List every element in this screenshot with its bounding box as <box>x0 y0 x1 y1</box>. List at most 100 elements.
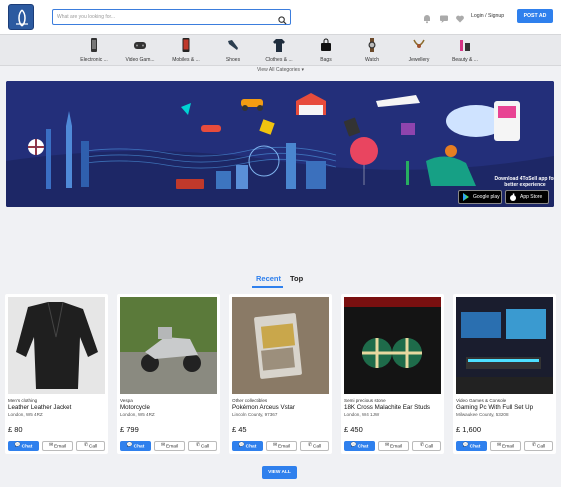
listing-price: £ 45 <box>232 425 247 434</box>
call-button[interactable]: ✆Call <box>524 441 553 451</box>
tab-recent[interactable]: Recent <box>256 274 281 283</box>
listing-price: £ 450 <box>344 425 363 434</box>
view-all-categories-label: View All Categories <box>257 67 301 73</box>
listing-category: Men's clothing <box>8 398 38 403</box>
call-button-label: Call <box>312 444 322 450</box>
site-logo[interactable] <box>8 4 34 30</box>
call-button-label: Call <box>424 444 434 450</box>
category-label: Watch <box>365 57 379 63</box>
chat-button[interactable]: 💬Chat <box>120 441 151 451</box>
heart-icon[interactable] <box>455 11 465 29</box>
notification-icon[interactable] <box>422 11 432 29</box>
chat-button[interactable]: 💬Chat <box>456 441 487 451</box>
category-jewellery[interactable]: Jewellery <box>394 37 444 65</box>
listing-location: Lincoln County, 97367 <box>232 412 278 417</box>
chat-bubble-icon: 💬 <box>126 443 133 448</box>
envelope-icon: ✉ <box>48 443 54 448</box>
chat-button[interactable]: 💬Chat <box>344 441 375 451</box>
category-electronics[interactable]: Electronic ... <box>69 37 119 65</box>
listing-photo[interactable] <box>344 297 441 394</box>
phone-call-icon: ✆ <box>531 443 536 448</box>
email-button[interactable]: ✉Email <box>266 441 297 451</box>
category-mobiles[interactable]: Mobiles & ... <box>161 37 211 65</box>
post-ad-button[interactable]: POST AD <box>517 9 553 23</box>
chat-bubble-icon: 💬 <box>238 443 245 448</box>
email-button-label: Email <box>390 444 403 450</box>
search-box[interactable] <box>52 9 291 25</box>
chat-button[interactable]: 💬Chat <box>232 441 263 451</box>
email-button[interactable]: ✉Email <box>378 441 409 451</box>
listing-card[interactable]: Semi precious stone 18K Cross Malachite … <box>341 294 444 454</box>
listing-location: Milwaukee County, 53208 <box>456 412 509 417</box>
shirt-icon <box>273 39 285 52</box>
app-store-button[interactable]: App Store <box>505 190 549 204</box>
listing-title[interactable]: Motorcycle <box>120 404 218 411</box>
category-video-games[interactable]: Video Gam... <box>115 37 165 65</box>
listing-photo[interactable] <box>8 297 105 394</box>
category-bags[interactable]: Bags <box>301 37 351 65</box>
category-beauty[interactable]: Beauty & ... <box>440 37 490 65</box>
necklace-icon <box>413 39 425 48</box>
phone-call-icon: ✆ <box>419 443 424 448</box>
tab-top[interactable]: Top <box>290 274 303 283</box>
google-play-button[interactable]: Google play <box>458 190 502 204</box>
listing-photo[interactable] <box>232 297 329 394</box>
call-button[interactable]: ✆Call <box>188 441 217 451</box>
listing-title[interactable]: Gaming Pc With Full Set Up <box>456 404 554 411</box>
listing-card[interactable]: Men's clothing Leather Leather Jacket Lo… <box>5 294 108 454</box>
banner-illustration <box>6 81 554 207</box>
category-label: Jewellery <box>408 57 430 63</box>
chat-button[interactable]: 💬Chat <box>8 441 39 451</box>
chat-button-label: Chat <box>133 444 145 450</box>
chat-bubble-icon: 💬 <box>462 443 469 448</box>
email-button[interactable]: ✉Email <box>490 441 521 451</box>
envelope-icon: ✉ <box>160 443 166 448</box>
phone-call-icon: ✆ <box>195 443 200 448</box>
call-button-label: Call <box>536 444 546 450</box>
view-all-categories-link[interactable]: View All Categories ▾ <box>0 67 561 73</box>
listing-location: London, W4 1JW <box>344 412 380 417</box>
chat-icon[interactable] <box>439 11 449 29</box>
category-clothes[interactable]: Clothes & ... <box>254 37 304 65</box>
email-button[interactable]: ✉Email <box>42 441 73 451</box>
shoe-icon <box>228 40 238 50</box>
call-button[interactable]: ✆Call <box>300 441 329 451</box>
category-watch[interactable]: Watch <box>347 37 397 65</box>
phone-call-icon: ✆ <box>83 443 88 448</box>
cosmetics-icon <box>460 40 470 51</box>
top-header: Login / Signup POST AD <box>0 0 561 34</box>
app-store-label: App Store <box>520 194 543 200</box>
chat-button-label: Chat <box>357 444 369 450</box>
google-play-icon <box>463 193 469 201</box>
chat-button-label: Chat <box>21 444 33 450</box>
search-input[interactable] <box>57 11 267 23</box>
search-icon[interactable] <box>278 12 287 30</box>
banner-download-text: Download 4ToSell app for better experien… <box>494 176 554 188</box>
login-signup-link[interactable]: Login / Signup <box>471 13 504 19</box>
listing-title[interactable]: 18K Cross Malachite Ear Studs <box>344 404 442 411</box>
google-play-label: Google play <box>473 194 500 200</box>
active-tab-indicator <box>252 286 283 288</box>
listing-card[interactable]: Vespa Motorcycle London, W5 4RZ £ 799 💬C… <box>117 294 220 454</box>
chat-button-label: Chat <box>245 444 257 450</box>
listing-price: £ 799 <box>120 425 139 434</box>
listing-title[interactable]: Leather Leather Jacket <box>8 404 106 411</box>
category-label: Beauty & ... <box>452 57 478 63</box>
envelope-icon: ✉ <box>384 443 390 448</box>
category-label: Mobiles & ... <box>172 57 200 63</box>
watch-icon <box>368 38 376 52</box>
call-button[interactable]: ✆Call <box>412 441 441 451</box>
listing-card[interactable]: Other collectibles Pokémon Arceus Vstar … <box>229 294 332 454</box>
view-all-button[interactable]: VIEW ALL <box>262 466 297 479</box>
listing-photo[interactable] <box>120 297 217 394</box>
category-shoes[interactable]: Shoes <box>208 37 258 65</box>
listing-card[interactable]: Video Games & Console Gaming Pc With Ful… <box>453 294 556 454</box>
category-label: Electronic ... <box>80 57 108 63</box>
call-button[interactable]: ✆Call <box>76 441 105 451</box>
listing-title[interactable]: Pokémon Arceus Vstar <box>232 404 330 411</box>
email-button-label: Email <box>278 444 291 450</box>
promo-banner[interactable]: Download 4ToSell app for better experien… <box>6 81 554 207</box>
phone-call-icon: ✆ <box>307 443 312 448</box>
listing-photo[interactable] <box>456 297 553 394</box>
email-button[interactable]: ✉Email <box>154 441 185 451</box>
